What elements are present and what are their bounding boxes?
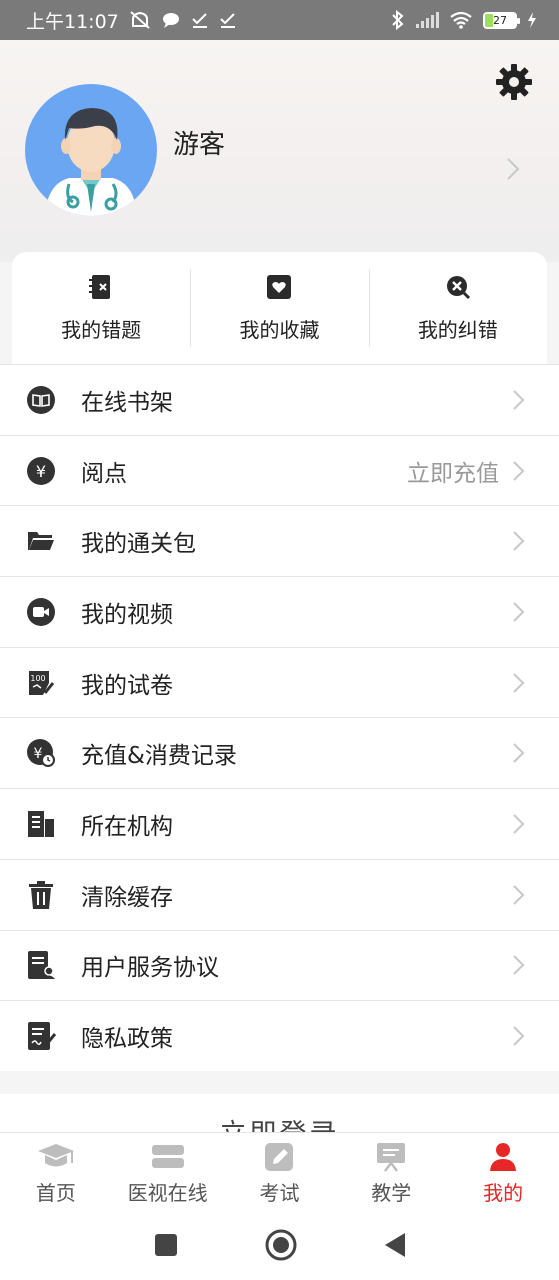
menu-item-label: 清除缓存 [81,884,173,911]
battery-indicator: 27 [483,11,520,29]
menu-item-label: 我的视频 [81,601,173,628]
chevron-right-icon [513,955,525,976]
layers-icon [151,1145,184,1168]
agreement-doc-icon [28,951,55,980]
menu-item-label: 所在机构 [81,813,173,840]
status-bar: 上午11:07 27 [0,0,559,40]
book-icon [27,385,55,414]
quick-action-label: 我的收藏 [239,317,320,342]
bluetooth-icon [392,10,404,30]
menu-item-points[interactable]: ¥ 阅点 立即充值 [0,434,559,506]
menu-item-clear-cache[interactable]: 清除缓存 [0,858,559,930]
tab-mine[interactable]: 我的 [447,1133,559,1210]
video-camera-icon [27,597,55,626]
graduation-cap-icon [37,1144,74,1167]
charging-icon [528,12,536,28]
chevron-right-icon [513,672,525,693]
pencil-icon [265,1143,294,1171]
chevron-right-icon [513,531,525,551]
tab-teaching[interactable]: 教学 [335,1133,447,1210]
signal-icon [416,12,439,28]
menu-item-bookshelf[interactable]: 在线书架 [0,364,559,435]
tab-label: 考试 [259,1181,300,1205]
menu-item-videos[interactable]: 我的视频 [0,576,559,647]
menu-item-label: 阅点 [81,460,127,487]
menu-item-pass-package[interactable]: 我的通关包 [0,505,559,576]
presentation-icon [377,1143,406,1172]
menu-item-label: 隐私政策 [81,1026,173,1053]
menu-item-label: 我的通关包 [81,531,196,558]
menu-item-exam-papers[interactable]: 100 我的试卷 [0,646,559,718]
tab-label: 我的 [483,1181,524,1205]
chevron-right-icon [513,743,525,763]
svg-text:¥: ¥ [36,462,46,481]
yen-coin-icon: ¥ [27,456,55,485]
tab-medical-video[interactable]: 医视在线 [112,1133,224,1210]
tab-label: 医视在线 [127,1181,208,1205]
avatar[interactable] [25,84,157,216]
tab-exam[interactable]: 考试 [224,1133,336,1210]
svg-text:100: 100 [30,674,45,683]
x-circle-icon [446,275,470,299]
tab-label: 教学 [371,1181,412,1205]
quick-action-label: 我的纠错 [417,317,498,342]
menu-list: 在线书架 ¥ 阅点 立即充值 我的通关包 我的视频 100 我的试卷 ¥ 充值&… [0,364,559,1071]
system-nav-bar [0,1210,559,1280]
recharge-record-icon: ¥ [27,739,55,768]
menu-item-recharge-records[interactable]: ¥ 充值&消费记录 [0,717,559,788]
wifi-icon [450,11,472,29]
gear-icon[interactable] [494,62,534,102]
chevron-right-icon [513,884,525,905]
status-time: 上午11:07 [26,10,119,33]
home-icon[interactable] [264,1228,298,1262]
check-icon [192,13,207,28]
username: 游客 [173,130,226,160]
chevron-right-icon [513,602,525,622]
folder-icon [28,532,54,551]
login-button[interactable]: 立即登录 [0,1094,559,1134]
quick-actions: 我的错题 我的收藏 我的纠错 [12,252,547,364]
building-icon [28,810,54,837]
person-icon [490,1143,517,1171]
check-icon [220,13,235,28]
menu-item-user-agreement[interactable]: 用户服务协议 [0,929,559,1001]
back-icon[interactable] [383,1231,407,1259]
chevron-right-icon [513,814,525,834]
quick-corrections[interactable]: 我的纠错 [368,252,547,364]
quick-favorites[interactable]: 我的收藏 [190,252,368,364]
chat-bubble-icon [162,13,179,28]
tab-label: 首页 [35,1181,76,1205]
menu-item-privacy-policy[interactable]: 隐私政策 [0,1000,559,1071]
mute-icon [130,11,150,29]
chevron-right-icon [513,460,525,481]
menu-item-institution[interactable]: 所在机构 [0,788,559,859]
quick-action-label: 我的错题 [61,317,142,342]
profile-header[interactable]: 游客 [0,40,559,262]
menu-item-label: 我的试卷 [81,672,173,699]
menu-item-label: 在线书架 [81,389,173,416]
chevron-right-icon [507,158,520,180]
heart-box-icon [267,274,292,299]
menu-item-label: 充值&消费记录 [81,743,237,770]
quick-wrong-questions[interactable]: 我的错题 [12,252,190,364]
notebook-x-icon [89,274,111,299]
exam-paper-icon: 100 [29,670,55,695]
login-button-label: 立即登录 [0,1112,559,1134]
doctor-avatar-icon [45,108,137,216]
tab-home[interactable]: 首页 [0,1133,112,1210]
bottom-tab-bar: 首页 医视在线 考试 教学 我的 [0,1132,559,1210]
recharge-now-link[interactable]: 立即充值 [407,454,499,488]
menu-item-label: 用户服务协议 [81,955,219,982]
trash-icon [29,880,53,909]
privacy-doc-icon [28,1022,56,1051]
chevron-right-icon [513,1026,525,1046]
chevron-right-icon [513,390,525,410]
recent-apps-icon[interactable] [153,1232,179,1258]
